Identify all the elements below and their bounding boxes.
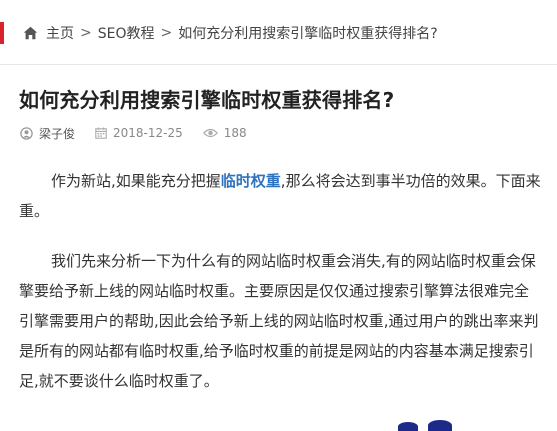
breadcrumb-separator: > <box>160 25 173 41</box>
header-divider <box>0 64 557 65</box>
breadcrumb-accent-bar <box>0 22 4 44</box>
paragraph-line: 重。 <box>19 202 50 220</box>
image-fragment <box>398 422 418 431</box>
keyword-link[interactable]: 临时权重 <box>221 172 281 190</box>
article-image-top <box>396 419 460 431</box>
paragraph-line: 引擎需要用户的帮助,因此会给予新上线的网站临时权重,通过用户的跳出率来判 <box>19 312 539 330</box>
breadcrumb-category-link[interactable]: SEO教程 <box>98 23 155 43</box>
meta-date: 2018-12-25 <box>95 126 183 140</box>
calendar-icon <box>95 127 107 139</box>
breadcrumb-bar: 主页 > SEO教程 > 如何充分利用搜索引擎临时权重获得排名? <box>0 12 557 54</box>
paragraph-line: 是所有的网站都有临时权重,给予临时权重的前提是网站的内容基本满足搜索引 <box>19 342 534 360</box>
author-name[interactable]: 梁子俊 <box>39 125 75 142</box>
paragraph-line: 足,就不要谈什么临时权重了。 <box>19 372 219 390</box>
home-icon[interactable] <box>22 25 38 41</box>
eye-icon <box>202 128 218 138</box>
breadcrumb-current: 如何充分利用搜索引擎临时权重获得排名? <box>178 26 438 42</box>
article-meta: 梁子俊 2018-12-25 188 <box>20 124 267 142</box>
paragraph-line: 我们先来分析一下为什么有的网站临时权重会消失,有的网站临时权重会保 <box>51 252 536 270</box>
paragraph-text: 作为新站,如果能充分把握 <box>51 172 221 190</box>
breadcrumb-separator: > <box>80 25 92 41</box>
article-title: 如何充分利用搜索引擎临时权重获得排名? <box>19 88 395 112</box>
view-count: 188 <box>223 126 247 140</box>
paragraph-2: 我们先来分析一下为什么有的网站临时权重会消失,有的网站临时权重会保 擎要给予新上… <box>19 246 557 396</box>
image-fragment <box>428 420 452 431</box>
article-content: 作为新站,如果能充分把握临时权重,那么将会达到事半功倍的效果。下面来 重。 我们… <box>19 166 557 396</box>
user-icon <box>20 126 33 140</box>
meta-views: 188 <box>202 126 247 140</box>
meta-author[interactable]: 梁子俊 <box>20 125 75 142</box>
paragraph-text: ,那么将会达到事半功倍的效果。下面来 <box>280 172 541 190</box>
paragraph-line: 擎要给予新上线的网站临时权重。主要原因是仅仅通过搜索引擎算法很难完全 <box>19 282 530 300</box>
breadcrumb-home-link[interactable]: 主页 <box>46 23 74 43</box>
paragraph-line: 作为新站,如果能充分把握临时权重,那么将会达到事半功倍的效果。下面来 <box>19 166 557 196</box>
paragraph-1: 作为新站,如果能充分把握临时权重,那么将会达到事半功倍的效果。下面来 重。 <box>19 166 557 226</box>
breadcrumb: 主页 > SEO教程 > 如何充分利用搜索引擎临时权重获得排名? <box>22 22 438 44</box>
publish-date: 2018-12-25 <box>113 126 183 140</box>
